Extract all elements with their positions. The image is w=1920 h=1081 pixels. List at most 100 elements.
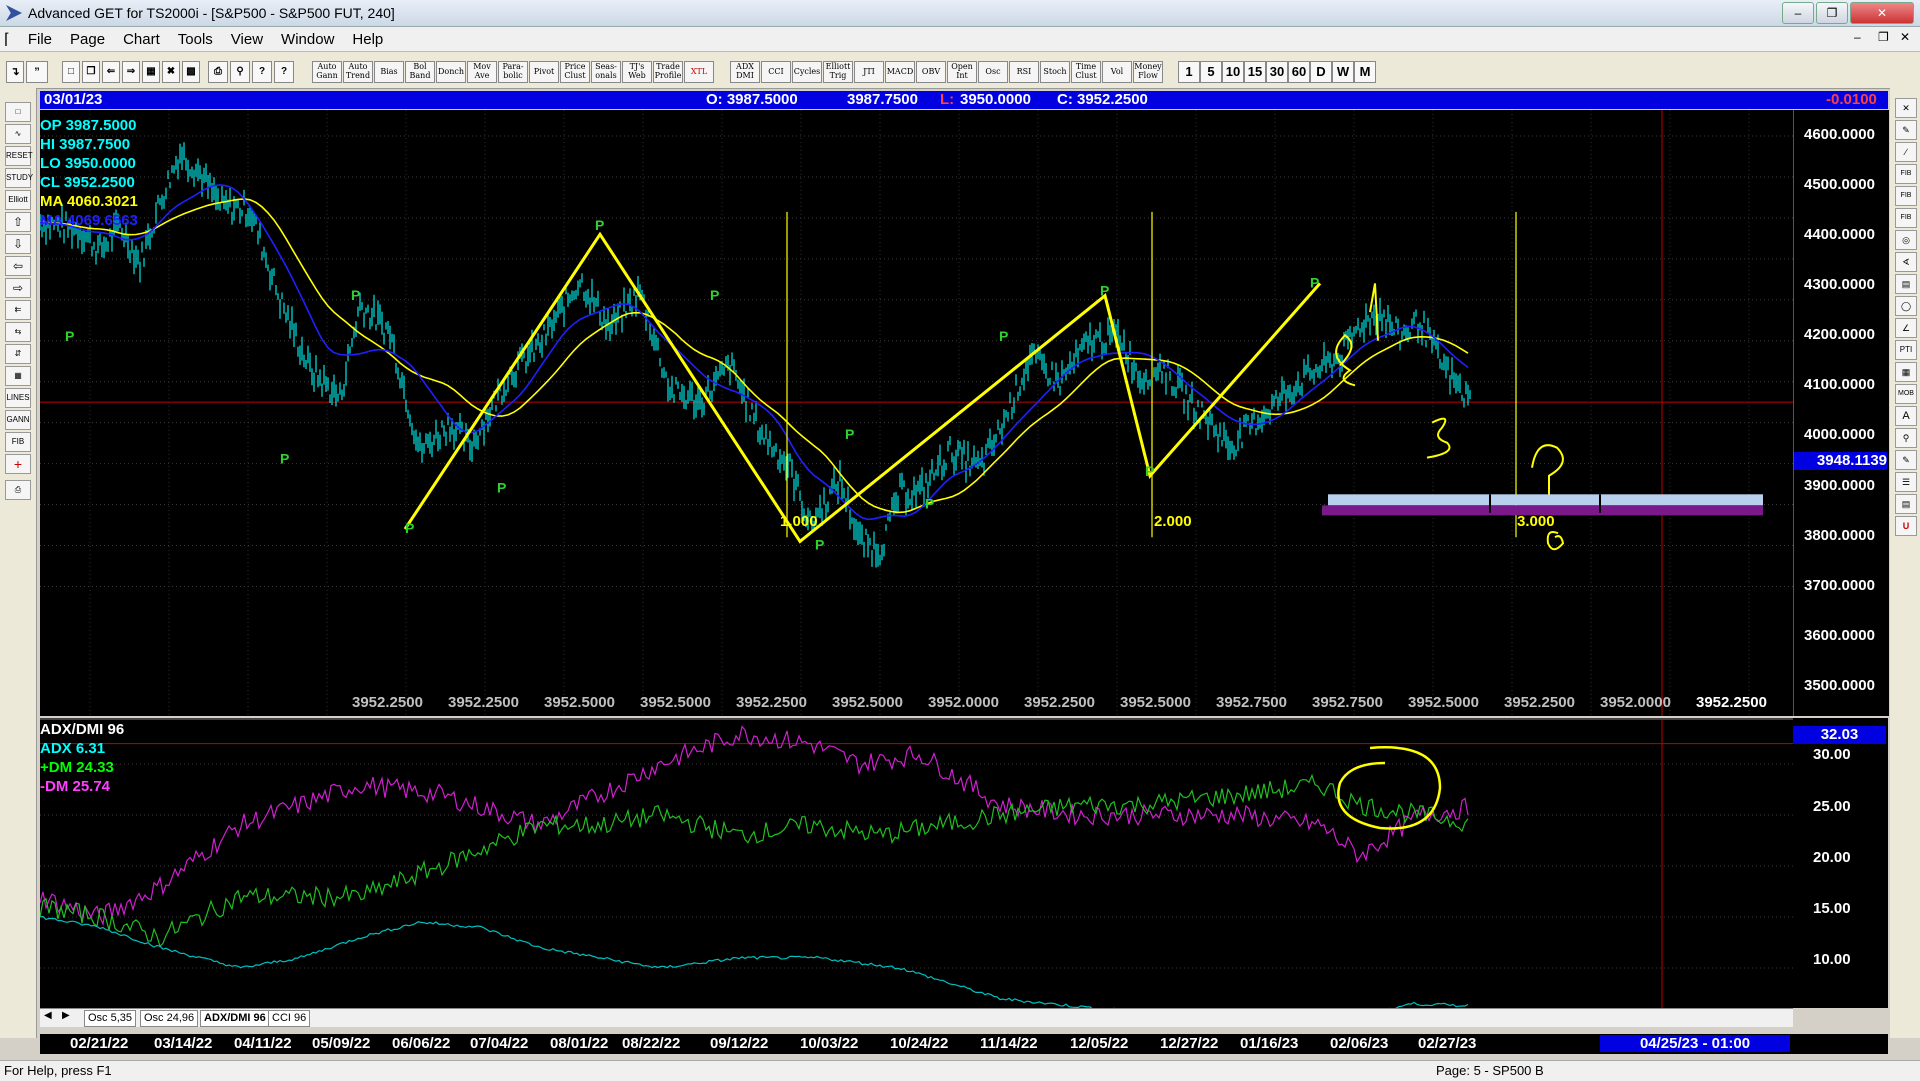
study-pivot-button[interactable]: Pivot (529, 61, 559, 83)
interval-10-button[interactable]: 10 (1222, 61, 1244, 83)
price-chart[interactable]: 1.000 2.000 3.000 P P P P P P P P P P P P P P 3952.2500 39… (40, 110, 1850, 716)
gann-fan-icon[interactable]: ∠ (1895, 318, 1917, 338)
quote-tool-icon[interactable]: ” (26, 61, 48, 83)
arrow-left-small-icon[interactable]: ⇦ (5, 256, 31, 276)
study-cci-button[interactable]: CCI (761, 61, 791, 83)
spiral-icon[interactable]: ◎ (1895, 230, 1917, 250)
study-obv-button[interactable]: OBV (916, 61, 946, 83)
tab-scroll-left-icon[interactable]: ◀ (44, 1010, 52, 1021)
arrow-right-icon[interactable]: ⇒ (122, 61, 140, 83)
grid-toggle-icon[interactable]: ▦ (5, 366, 31, 386)
study-time-clust-button[interactable]: Time Clust (1071, 61, 1101, 83)
compress-icon[interactable]: ⇇ (5, 300, 31, 320)
study-auto-gann-button[interactable]: Auto Gann (312, 61, 342, 83)
help-icon[interactable]: ? (252, 61, 272, 83)
interval-30-button[interactable]: 30 (1266, 61, 1288, 83)
interval-60-button[interactable]: 60 (1288, 61, 1310, 83)
cross-icon[interactable]: ✖ (162, 61, 180, 83)
study-elliott-trig-button[interactable]: Elliott Trig (823, 61, 853, 83)
copy-icon[interactable]: ❐ (82, 61, 100, 83)
study-auto-trend-button[interactable]: Auto Trend (343, 61, 373, 83)
arrow-up-icon[interactable]: ⇧ (5, 212, 31, 232)
study-macd-button[interactable]: MACD (885, 61, 915, 83)
study-stoch-button[interactable]: Stoch (1040, 61, 1070, 83)
fib-ret-icon[interactable]: FIB RET (1895, 164, 1917, 195)
mdi-close-button[interactable]: ✕ (1900, 30, 1910, 44)
tab-adx-dmi-96[interactable]: ADX/DMI 96 (200, 1010, 270, 1027)
interval-5-button[interactable]: 5 (1200, 61, 1222, 83)
study-tjs-web-button[interactable]: TJ's Web (622, 61, 652, 83)
close-x-icon[interactable]: ✕ (1895, 98, 1917, 118)
study-price-clust-button[interactable]: Price Clust (560, 61, 590, 83)
study-rsi-button[interactable]: RSI (1009, 61, 1039, 83)
adx-dmi-pane[interactable]: ADX/DMI 96 ADX 6.31 +DM 24.33 -DM 25.74 (40, 718, 1793, 1010)
print-small-icon[interactable]: ⎙ (5, 480, 31, 500)
arrow-down-icon[interactable]: ⇩ (5, 234, 31, 254)
study-donch-button[interactable]: Donch (436, 61, 466, 83)
zigzag-icon[interactable]: ∿ (5, 124, 31, 144)
tab-scroll-right-icon[interactable]: ▶ (62, 1010, 70, 1021)
interval-weekly-button[interactable]: W (1332, 61, 1354, 83)
zoom-icon[interactable]: ⚲ (230, 61, 250, 83)
tab-osc-24-96[interactable]: Osc 24,96 (140, 1010, 199, 1027)
interval-15-button[interactable]: 15 (1244, 61, 1266, 83)
price-axis[interactable]: 4600.0000 4500.0000 4400.0000 4300.0000 … (1793, 110, 1889, 716)
pointer-tool-icon[interactable]: ↴ (6, 61, 24, 83)
fan-icon[interactable]: ∢ (1895, 252, 1917, 272)
menu-tools[interactable]: Tools (169, 31, 222, 48)
magnifier-icon[interactable]: ⚲ (1895, 428, 1917, 448)
fib-icon[interactable]: FIB (5, 432, 31, 452)
reset-icon[interactable]: RESET (5, 146, 33, 166)
context-help-icon[interactable]: ? (274, 61, 294, 83)
ellipse-icon[interactable]: ◯ (1895, 296, 1917, 316)
open-folder-icon[interactable]: □ (5, 102, 31, 122)
arrow-left-icon[interactable]: ⇐ (102, 61, 120, 83)
marker-icon[interactable]: ✎ (1895, 450, 1917, 470)
menu-file[interactable]: File (19, 31, 61, 48)
elliott-icon[interactable]: Elliott (5, 190, 31, 210)
pti-icon[interactable]: PTI (1895, 340, 1917, 360)
scroll-icon[interactable]: ⇵ (5, 344, 31, 364)
lines-icon[interactable]: LINES (5, 388, 31, 408)
menu-view[interactable]: View (222, 31, 272, 48)
interval-daily-button[interactable]: D (1310, 61, 1332, 83)
maximize-button[interactable]: ❐ (1816, 2, 1848, 24)
tab-osc-5-35[interactable]: Osc 5,35 (84, 1010, 137, 1027)
bars-icon[interactable]: ▤ (1895, 494, 1917, 514)
study-cycles-button[interactable]: Cycles (792, 61, 822, 83)
study-bias-button[interactable]: Bias (374, 61, 404, 83)
study-seasonals-button[interactable]: Seas-onals (591, 61, 621, 83)
expand-icon[interactable]: ⇆ (5, 322, 31, 342)
study-adx-dmi-button[interactable]: ADX DMI (730, 61, 760, 83)
study-icon[interactable]: STUDY (5, 168, 33, 188)
magnet-icon[interactable]: U (1895, 516, 1917, 536)
channel-icon[interactable]: ▤ (1895, 274, 1917, 294)
study-bol-band-button[interactable]: Bol Band (405, 61, 435, 83)
new-page-icon[interactable]: □ (62, 61, 80, 83)
study-osc-button[interactable]: Osc (978, 61, 1008, 83)
menu-help[interactable]: Help (343, 31, 392, 48)
study-open-int-button[interactable]: Open Int (947, 61, 977, 83)
fib-time-icon[interactable]: FIB TIME (1895, 208, 1917, 239)
study-parabolic-button[interactable]: Para-bolic (498, 61, 528, 83)
mdi-restore-button[interactable]: ❐ (1878, 30, 1889, 44)
tab-cci-96[interactable]: CCI 96 (268, 1010, 311, 1027)
fib-ext-icon[interactable]: FIB EXT (1895, 186, 1917, 217)
menu-window[interactable]: Window (272, 31, 343, 48)
list-icon[interactable]: ☰ (1895, 472, 1917, 492)
mob-icon[interactable]: MOB (1895, 384, 1917, 404)
study-money-flow-button[interactable]: Money Flow (1133, 61, 1163, 83)
table-icon[interactable]: ▦ (1895, 362, 1917, 382)
print-icon[interactable]: ⎙ (208, 61, 228, 83)
text-icon[interactable]: A (1895, 406, 1917, 426)
gann-icon[interactable]: GANN (5, 410, 31, 430)
crosshair-icon[interactable]: + (5, 454, 31, 474)
study-jti-button[interactable]: JTI (854, 61, 884, 83)
menu-chart[interactable]: Chart (114, 31, 169, 48)
layout-icon[interactable]: ▩ (182, 61, 200, 83)
doc-icon[interactable]: ⌈ (0, 30, 19, 48)
trend-line-icon[interactable]: ∕ (1895, 142, 1917, 162)
close-button[interactable]: ✕ (1850, 2, 1914, 24)
arrow-right-small-icon[interactable]: ⇨ (5, 278, 31, 298)
study-xtl-button[interactable]: XTL (684, 61, 714, 83)
